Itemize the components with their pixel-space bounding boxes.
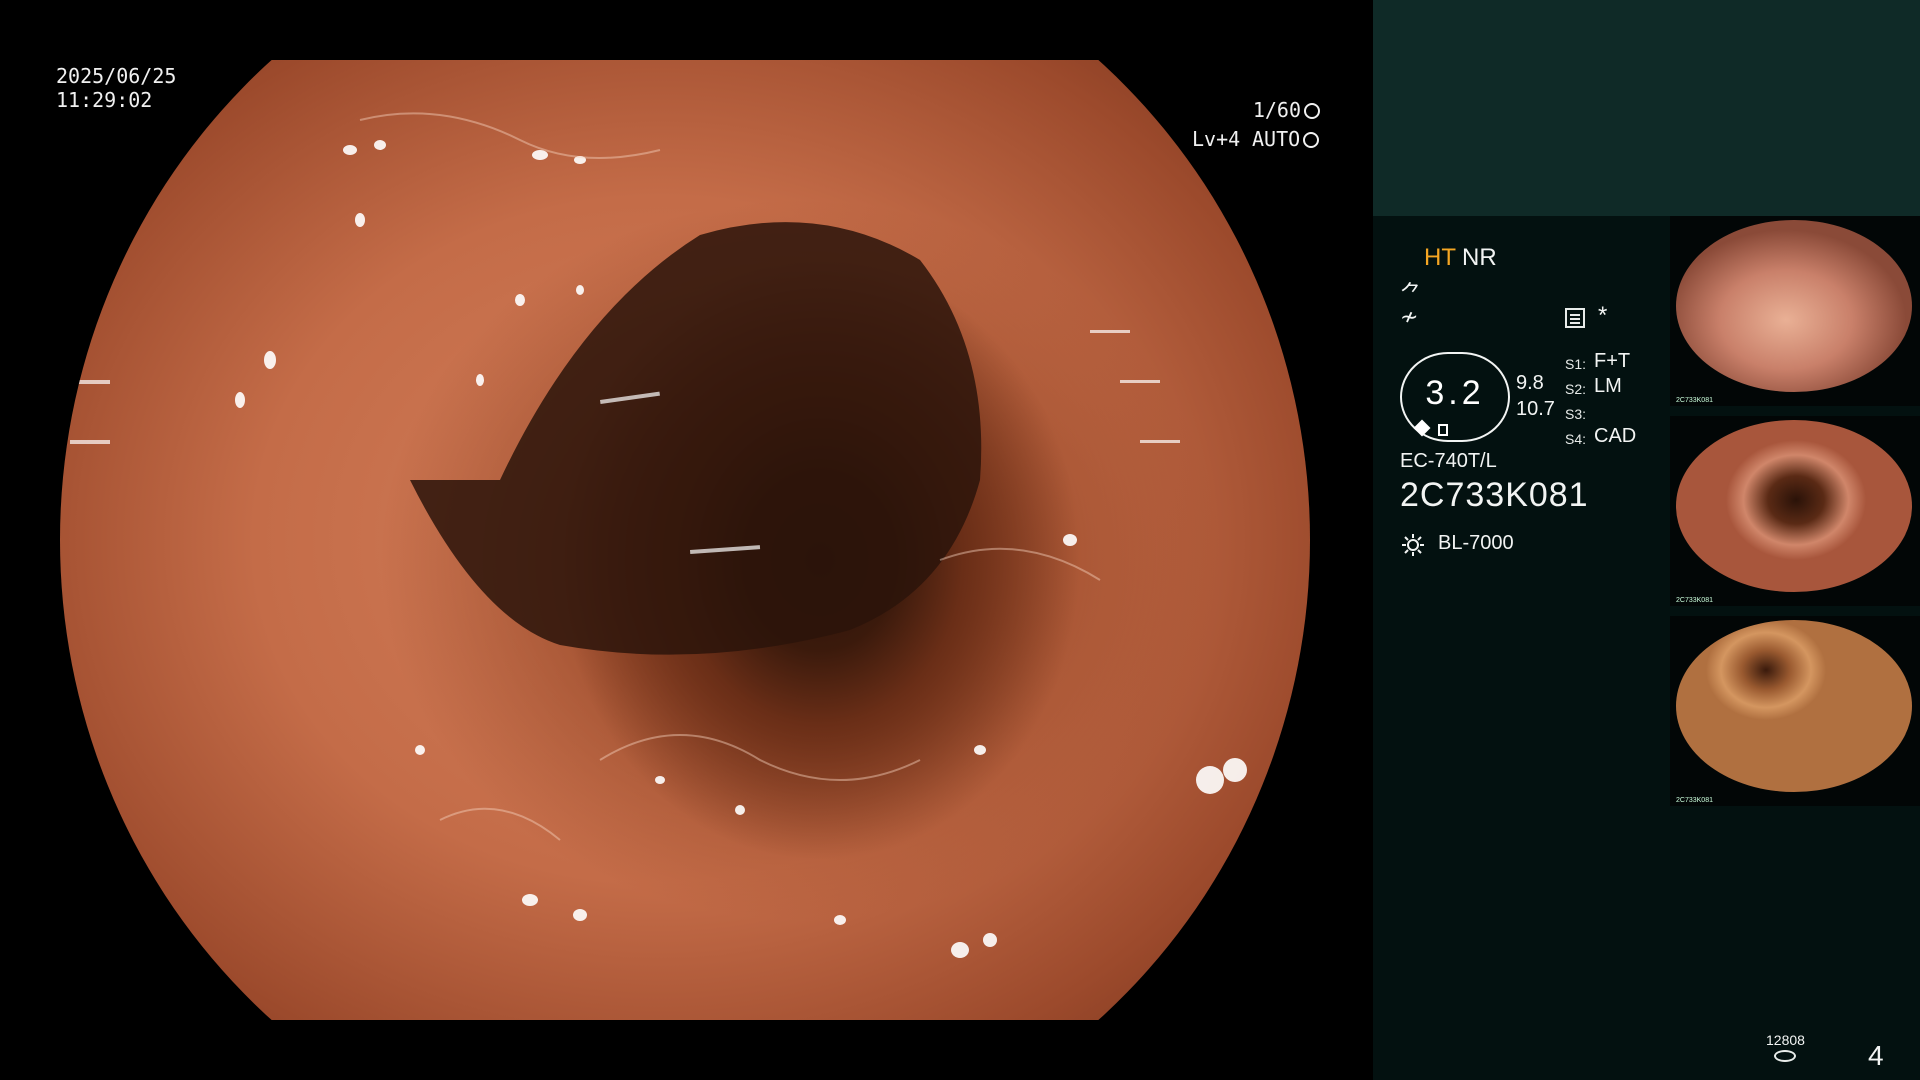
shutter-value: 1/60 — [1252, 98, 1301, 122]
thumbnail-caption: 2C733K081 — [1676, 597, 1713, 604]
capture-thumbnail-2[interactable]: 2C733K081 — [1670, 416, 1920, 606]
scope-model: EC-740T/L — [1400, 450, 1497, 472]
page-number: 4 — [1868, 1040, 1884, 1071]
iris-icon — [1303, 132, 1320, 148]
switch-2-value: LM — [1594, 375, 1622, 397]
endoscopy-screen: 2025/06/25 11:29:02 1/60 Lv+4 AUTO HT NR… — [0, 0, 1920, 1080]
endoscope-live-view — [60, 60, 1310, 1020]
light-source-model: BL-7000 — [1438, 532, 1514, 554]
date-readout: 2025/06/25 — [56, 64, 177, 88]
switch-4-key: S4: — [1565, 431, 1587, 447]
thumbnail-image — [1676, 620, 1912, 792]
value-bottom: 10.7 — [1516, 398, 1555, 420]
mode-value: AUTO — [1252, 127, 1301, 151]
mucosa-highlights — [70, 112, 1247, 958]
mode-readout: AUTO — [1252, 127, 1320, 151]
shutter-icon — [1304, 103, 1320, 119]
capture-thumbnail-1[interactable]: 2C733K081 — [1670, 216, 1920, 406]
value-top: 9.8 — [1516, 372, 1544, 394]
thumbnail-caption: 2C733K081 — [1676, 797, 1713, 804]
scope-serial: 2C733K081 — [1400, 476, 1589, 514]
ht-indicator: HT — [1424, 244, 1456, 271]
filter-icon: ≁ — [1400, 304, 1419, 329]
switch-4-value: CAD — [1594, 425, 1637, 447]
nr-indicator: NR — [1462, 244, 1497, 271]
shutter-readout: 1/60 — [1250, 98, 1320, 122]
menu-icon — [1565, 308, 1585, 328]
gauge-box-icon — [1438, 424, 1448, 436]
switch-3-key: S3: — [1565, 406, 1587, 422]
switch-2-key: S2: — [1565, 381, 1587, 397]
thumbnail-image — [1676, 220, 1912, 392]
gauge-value: 3.2 — [1425, 374, 1485, 412]
panel-header-area — [1373, 0, 1920, 216]
thumbnail-image — [1676, 420, 1912, 592]
thumbnail-caption: 2C733K081 — [1676, 397, 1713, 404]
storage-icon — [1774, 1050, 1796, 1062]
light-source-icon — [1402, 534, 1424, 556]
capture-thumbnail-3[interactable]: 2C733K081 — [1670, 616, 1920, 806]
level-readout: Lv+4 — [1192, 127, 1241, 151]
switch-1-value: F+T — [1594, 350, 1631, 372]
time-readout: 11:29:02 — [56, 88, 153, 112]
switch-1-key: S1: — [1565, 356, 1587, 372]
image-count: 12808 — [1766, 1032, 1805, 1048]
star-icon: * — [1598, 302, 1608, 329]
